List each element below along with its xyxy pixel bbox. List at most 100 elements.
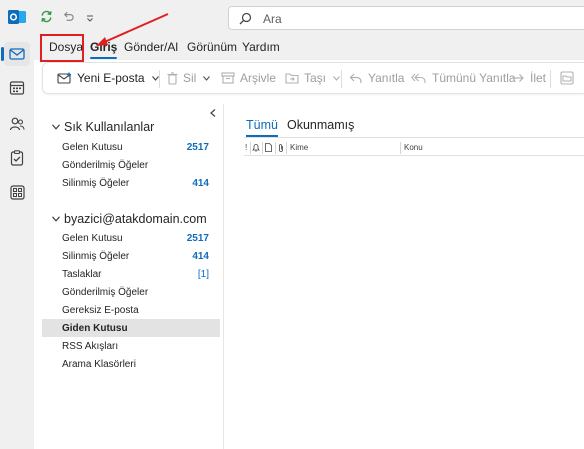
folder-item-sent[interactable]: Gönderilmiş Öğeler xyxy=(42,283,220,301)
tasks-nav-button[interactable] xyxy=(4,146,30,170)
folder-item-inbox[interactable]: Gelen Kutusu 2517 xyxy=(42,229,220,247)
column-divider xyxy=(286,142,287,154)
reply-all-icon xyxy=(411,73,426,83)
forward-button[interactable]: İlet xyxy=(511,71,546,85)
folder-label: Gelen Kutusu xyxy=(62,141,123,153)
forward-label: İlet xyxy=(530,71,547,85)
archive-icon xyxy=(221,72,235,84)
folder-item-favorites-deleted[interactable]: Silinmiş Öğeler 414 xyxy=(42,174,220,192)
folder-label: Silinmiş Öğeler xyxy=(62,177,130,189)
folder-icon xyxy=(560,71,574,85)
folder-label: Taslaklar xyxy=(62,268,102,280)
calendar-nav-button[interactable] xyxy=(4,76,30,100)
delete-button[interactable]: Sil xyxy=(167,71,211,85)
highlight-box xyxy=(40,34,84,62)
search-box[interactable]: Ara xyxy=(228,6,584,30)
ribbon-separator xyxy=(159,70,160,88)
unread-count: 2517 xyxy=(186,232,209,244)
column-divider xyxy=(262,142,263,154)
outlook-logo-icon xyxy=(8,9,26,25)
favorites-group-header[interactable]: Sık Kullanılanlar xyxy=(52,120,154,134)
move-label: Taşı xyxy=(304,71,327,85)
undo-icon xyxy=(63,11,74,21)
tasks-icon xyxy=(10,150,24,166)
chevron-down-icon xyxy=(52,124,60,130)
folder-item-drafts[interactable]: Taslaklar [1] xyxy=(42,265,220,283)
chevron-down-icon xyxy=(87,15,93,22)
tab-gonder-al[interactable]: Gönder/Al xyxy=(124,40,178,54)
unread-count: 414 xyxy=(192,250,209,262)
move-folder-icon xyxy=(285,73,299,84)
paperclip-icon xyxy=(279,144,283,152)
apps-icon xyxy=(9,184,25,200)
column-header-row: ! Kime Konu xyxy=(244,140,584,156)
app-rail xyxy=(0,0,34,449)
message-list: Tümü Okunmamış ! Kime Konu xyxy=(225,104,584,449)
archive-label: Arşivle xyxy=(240,71,277,85)
list-divider xyxy=(244,137,584,138)
tab-giris[interactable]: Giriş xyxy=(90,40,118,59)
folder-label: Arama Klasörleri xyxy=(62,358,136,370)
importance-column[interactable]: ! xyxy=(245,143,247,152)
forward-icon xyxy=(512,74,524,82)
ribbon-separator xyxy=(550,70,551,88)
reminder-column[interactable] xyxy=(252,143,260,152)
folder-item-rss[interactable]: RSS Akışları xyxy=(42,337,220,355)
folder-label: Gereksiz E-posta xyxy=(62,304,139,316)
folder-pane: Sık Kullanılanlar Gelen Kutusu 2517 Gönd… xyxy=(42,104,224,449)
favorites-title: Sık Kullanılanlar xyxy=(64,120,155,134)
move-button[interactable]: Taşı xyxy=(285,71,340,85)
account-title: byazici@atakdomain.com xyxy=(64,212,207,226)
folder-item-favorites-inbox[interactable]: Gelen Kutusu 2517 xyxy=(42,138,220,156)
undo-button[interactable] xyxy=(62,10,75,26)
to-column[interactable]: Kime xyxy=(290,143,308,152)
new-email-button[interactable]: Yeni E-posta xyxy=(57,71,159,85)
delete-label: Sil xyxy=(183,71,197,85)
customize-qat-button[interactable] xyxy=(86,12,94,26)
menu-tabs: Dosya Giriş Gönder/Al Görünüm Yardım xyxy=(34,34,584,60)
sync-button[interactable] xyxy=(40,10,53,26)
ribbon-separator xyxy=(341,70,342,88)
tab-unread[interactable]: Okunmamış xyxy=(287,118,354,132)
subject-column[interactable]: Konu xyxy=(404,143,423,152)
sync-icon xyxy=(41,10,52,23)
folder-item-deleted[interactable]: Silinmiş Öğeler 414 xyxy=(42,247,220,265)
folder-item-outbox[interactable]: Giden Kutusu xyxy=(42,319,220,337)
tab-all[interactable]: Tümü xyxy=(246,118,278,137)
folder-label: Gelen Kutusu xyxy=(62,232,123,244)
folder-label: Gönderilmiş Öğeler xyxy=(62,159,149,171)
folder-label: RSS Akışları xyxy=(62,340,119,352)
new-mail-icon xyxy=(57,72,71,84)
draft-count: [1] xyxy=(197,268,209,280)
folder-item-favorites-sent[interactable]: Gönderilmiş Öğeler xyxy=(42,156,220,174)
tab-yardim[interactable]: Yardım xyxy=(242,40,280,54)
apps-nav-button[interactable] xyxy=(4,180,30,204)
attachment-column[interactable] xyxy=(278,143,284,153)
reply-all-button[interactable]: Tümünü Yanıtla xyxy=(411,71,516,85)
tab-gorunum[interactable]: Görünüm xyxy=(187,40,237,54)
reply-icon xyxy=(349,73,362,83)
column-divider xyxy=(250,142,251,154)
folder-item-junk[interactable]: Gereksiz E-posta xyxy=(42,301,220,319)
open-folder-button[interactable] xyxy=(560,71,579,85)
reply-all-label: Tümünü Yanıtla xyxy=(432,71,516,85)
mail-icon xyxy=(9,48,25,60)
document-icon xyxy=(265,143,272,152)
reply-button[interactable]: Yanıtla xyxy=(349,71,404,85)
collapse-pane-button[interactable] xyxy=(210,106,216,120)
people-icon xyxy=(9,117,25,131)
mail-nav-button[interactable] xyxy=(1,42,30,66)
account-group-header[interactable]: byazici@atakdomain.com xyxy=(52,212,207,226)
folder-label: Giden Kutusu xyxy=(62,322,128,334)
chevron-down-icon xyxy=(203,75,211,81)
folder-label: Gönderilmiş Öğeler xyxy=(62,286,149,298)
ribbon-toolbar: Yeni E-posta Sil Arşivle Taşı Yanıtla Tü… xyxy=(42,62,584,94)
people-nav-button[interactable] xyxy=(4,112,30,136)
chevron-left-icon xyxy=(210,109,216,117)
delete-icon xyxy=(167,71,178,85)
item-type-column[interactable] xyxy=(265,143,272,152)
folder-item-search-folders[interactable]: Arama Klasörleri xyxy=(42,355,220,373)
chevron-down-icon xyxy=(151,75,159,81)
column-divider xyxy=(400,142,401,154)
archive-button[interactable]: Arşivle xyxy=(221,71,276,85)
